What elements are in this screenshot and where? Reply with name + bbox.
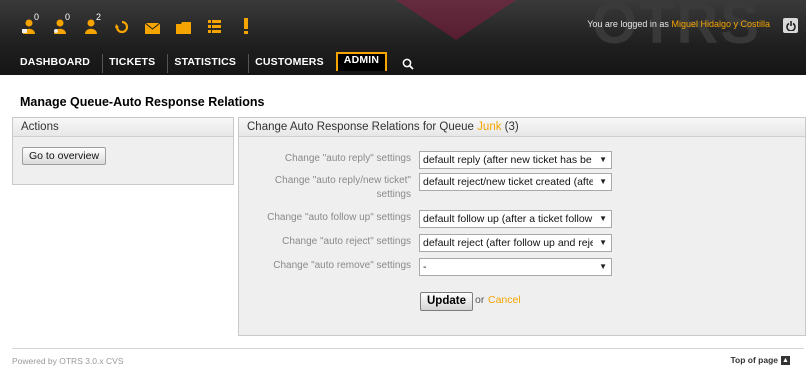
login-info: You are logged in as Miguel Hidalgo y Co… bbox=[587, 19, 770, 29]
select-value: - bbox=[423, 261, 427, 273]
footer-divider bbox=[12, 348, 804, 349]
actions-heading: Actions bbox=[13, 118, 233, 137]
nav-dashboard[interactable]: DASHBOARD bbox=[14, 54, 96, 73]
auto-reject-select[interactable]: default reject (after follow up and reje… bbox=[419, 234, 612, 252]
top-of-page-label: Top of page bbox=[730, 355, 778, 365]
nav-admin[interactable]: ADMIN bbox=[335, 52, 388, 71]
update-button[interactable]: Update bbox=[420, 292, 473, 311]
auto-remove-select[interactable]: - ▼ bbox=[419, 258, 612, 276]
setting-label: Change "auto follow up" settings bbox=[267, 212, 411, 223]
setting-label: Change "auto reject" settings bbox=[282, 236, 411, 247]
queue-name-link[interactable]: Junk bbox=[477, 121, 501, 133]
responsible-tickets-icon[interactable]: 2 bbox=[82, 12, 101, 34]
watched-tickets-count: 0 bbox=[65, 12, 71, 22]
go-to-overview-button[interactable]: Go to overview bbox=[22, 147, 107, 165]
cancel-link[interactable]: Cancel bbox=[488, 294, 521, 306]
form-heading: Change Auto Response Relations for Queue… bbox=[239, 118, 805, 137]
main-nav: DASHBOARD TICKETS STATISTICS CUSTOMERS A… bbox=[14, 52, 419, 73]
arrow-up-icon: ▲ bbox=[781, 355, 790, 365]
nav-statistics[interactable]: STATISTICS bbox=[167, 54, 242, 73]
queue-view-icon[interactable] bbox=[206, 16, 223, 34]
watched-tickets-icon[interactable]: 0 bbox=[51, 12, 70, 34]
toolbar: 0 0 2 bbox=[20, 12, 268, 36]
page-title: Manage Queue-Auto Response Relations bbox=[20, 95, 265, 109]
actions-sidebar: Actions Go to overview bbox=[12, 117, 234, 185]
setting-label: Change "auto remove" settings bbox=[273, 260, 411, 271]
select-value: default reject/new ticket created (afte bbox=[423, 176, 593, 188]
responsible-tickets-count: 2 bbox=[96, 12, 102, 22]
nav-tickets[interactable]: TICKETS bbox=[102, 54, 161, 73]
select-value: default reject (after follow up and reje bbox=[423, 237, 593, 249]
search-icon[interactable] bbox=[397, 54, 419, 73]
chevron-down-icon: ▼ bbox=[599, 262, 607, 271]
chevron-down-icon: ▼ bbox=[599, 214, 607, 223]
queue-id-suffix: (3) bbox=[504, 121, 519, 133]
user-name-link[interactable]: Miguel Hidalgo y Costilla bbox=[671, 19, 770, 29]
auto-response-form-panel: Change Auto Response Relations for Queue… bbox=[238, 117, 806, 336]
form-heading-prefix: Change Auto Response Relations for Queue bbox=[247, 121, 474, 133]
auto-follow-up-select[interactable]: default follow up (after a ticket follow… bbox=[419, 210, 612, 228]
chevron-down-icon: ▼ bbox=[599, 238, 607, 247]
auto-reply-new-ticket-select[interactable]: default reject/new ticket created (afte … bbox=[419, 173, 612, 191]
setting-label: Change "auto reply" settings bbox=[284, 153, 411, 164]
locked-tickets-count: 0 bbox=[34, 12, 40, 22]
header-bar: OTRS 0 0 2 You are logged in as Miguel H… bbox=[0, 0, 806, 75]
locked-tickets-icon[interactable]: 0 bbox=[20, 12, 39, 34]
auto-reply-select[interactable]: default reply (after new ticket has be ▼ bbox=[419, 151, 612, 169]
nav-customers[interactable]: CUSTOMERS bbox=[248, 54, 330, 73]
new-email-icon[interactable] bbox=[144, 16, 161, 34]
chevron-down-icon: ▼ bbox=[599, 155, 607, 164]
escalation-icon[interactable] bbox=[237, 16, 254, 34]
setting-label: Change "auto reply/new ticket" settings bbox=[274, 175, 411, 200]
refresh-icon[interactable] bbox=[113, 16, 130, 34]
logout-icon[interactable] bbox=[783, 18, 798, 33]
powered-by-text: Powered by OTRS 3.0.x CVS bbox=[12, 356, 124, 366]
login-prefix: You are logged in as bbox=[587, 19, 669, 29]
select-value: default follow up (after a ticket follow bbox=[423, 213, 593, 225]
select-value: default reply (after new ticket has be bbox=[423, 154, 592, 166]
folder-icon[interactable] bbox=[175, 16, 192, 34]
or-text: or bbox=[475, 294, 485, 306]
logo-accent-shape bbox=[396, 0, 516, 40]
chevron-down-icon: ▼ bbox=[599, 177, 607, 186]
top-of-page-link[interactable]: Top of page ▲ bbox=[730, 355, 790, 365]
